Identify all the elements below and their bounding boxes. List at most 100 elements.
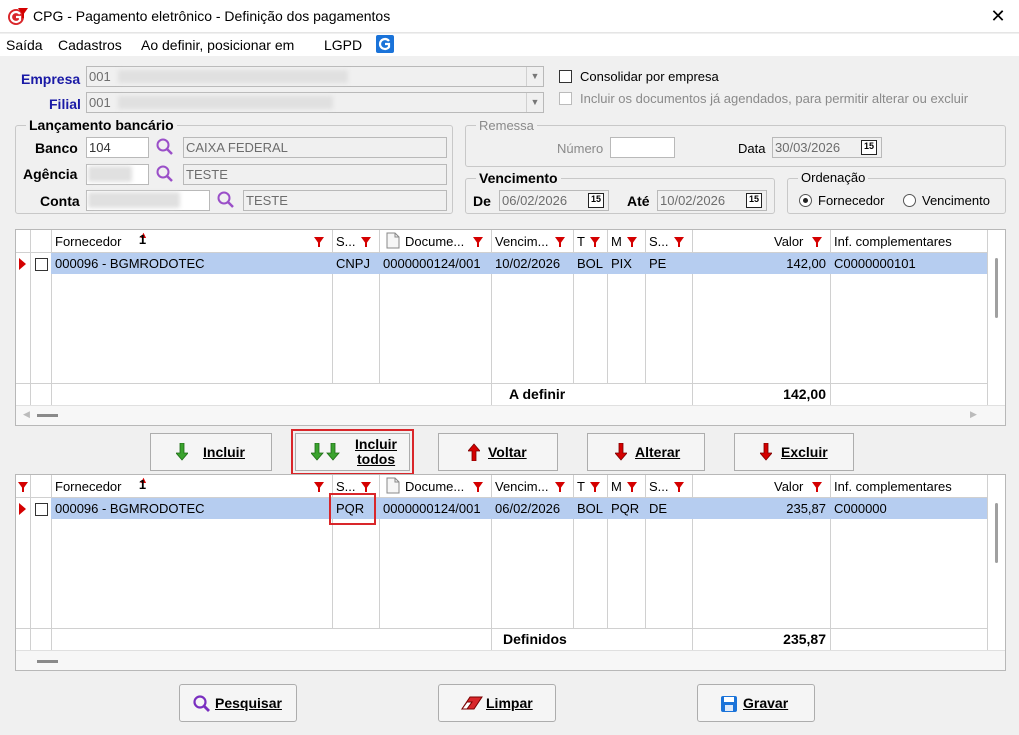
col-s2-filter-icon[interactable] — [674, 482, 684, 492]
cell-vencimento: 10/02/2026 — [495, 256, 561, 271]
de-calendar-icon[interactable]: 15 — [588, 193, 604, 208]
grid-bottom-vscroll[interactable] — [995, 503, 998, 563]
row-select-checkbox[interactable] — [35, 258, 48, 271]
hscroll-thumb[interactable] — [37, 414, 58, 417]
footer-definidos-total: 235,87 — [783, 631, 826, 647]
close-button[interactable]: ✕ — [985, 4, 1011, 28]
hscroll-thumb[interactable] — [37, 660, 58, 663]
cell-t: BOL — [577, 256, 604, 271]
incluir-agendados-checkbox[interactable] — [559, 92, 572, 105]
col-t-header[interactable]: T — [577, 479, 585, 494]
alterar-button[interactable]: Alterar — [587, 433, 705, 471]
banco-search-icon[interactable] — [155, 137, 175, 157]
save-icon — [721, 696, 737, 712]
voltar-button[interactable]: Voltar — [438, 433, 558, 471]
incluir-agendados-label: Incluir os documentos já agendados, para… — [580, 91, 969, 106]
document-icon — [386, 477, 400, 494]
agencia-name-field: TESTE — [183, 164, 447, 185]
ordenacao-fornecedor-radio[interactable] — [799, 194, 812, 207]
excluir-button[interactable]: Excluir — [734, 433, 854, 471]
col-m-header[interactable]: M — [611, 234, 622, 249]
col-s-header[interactable]: S... — [336, 234, 356, 249]
col-m-filter-icon[interactable] — [627, 482, 637, 492]
col-fornecedor-filter-icon[interactable] — [314, 482, 324, 492]
ate-calendar-icon[interactable]: 15 — [746, 193, 762, 208]
footer-a-definir-total: 142,00 — [783, 386, 826, 402]
col-documento-header[interactable]: Docume... — [405, 479, 464, 494]
numero-label: Número — [557, 141, 604, 156]
numero-input[interactable] — [610, 137, 675, 158]
col-s2-header[interactable]: S... — [649, 234, 669, 249]
col-valor-header[interactable]: Valor — [774, 479, 803, 494]
col-fornecedor-filter-icon[interactable] — [314, 237, 324, 247]
col-documento-header[interactable]: Docume... — [405, 234, 464, 249]
empresa-dropdown-icon[interactable]: ▼ — [526, 67, 543, 86]
col-documento-filter-icon[interactable] — [473, 482, 483, 492]
col-t-header[interactable]: T — [577, 234, 585, 249]
incluir-button[interactable]: Incluir — [150, 433, 272, 471]
col-vencimento-header[interactable]: Vencim... — [495, 479, 548, 494]
grid-top-filter-all-icon[interactable] — [18, 8, 28, 18]
menu-saida[interactable]: Saída — [6, 37, 43, 53]
col-documento-filter-icon[interactable] — [473, 237, 483, 247]
col-t-filter-icon[interactable] — [590, 237, 600, 247]
cell-inf: C0000000101 — [834, 256, 916, 271]
col-s-filter-icon[interactable] — [361, 482, 371, 492]
banco-code-input[interactable]: 104 — [86, 137, 149, 158]
col-vencimento-filter-icon[interactable] — [555, 237, 565, 247]
col-valor-header[interactable]: Valor — [774, 234, 803, 249]
current-row-pointer-icon — [19, 503, 26, 515]
grid-bottom-hscroll[interactable] — [16, 650, 1005, 670]
col-m-filter-icon[interactable] — [627, 237, 637, 247]
agencia-search-icon[interactable] — [155, 164, 175, 184]
col-inf-header[interactable]: Inf. complementares — [834, 234, 952, 249]
grid-top-vscroll[interactable] — [995, 258, 998, 318]
hscroll-right-icon[interactable]: ▶ — [970, 409, 977, 420]
col-m-header[interactable]: M — [611, 479, 622, 494]
menu-cadastros[interactable]: Cadastros — [58, 37, 122, 53]
cell-t: BOL — [577, 501, 604, 516]
consolidar-checkbox[interactable] — [559, 70, 572, 83]
search-icon — [193, 695, 210, 712]
col-s-filter-icon[interactable] — [361, 237, 371, 247]
filial-redacted — [118, 96, 333, 109]
cell-s2: PE — [649, 256, 667, 271]
empresa-redacted — [118, 70, 348, 83]
ordenacao-vencimento-radio[interactable] — [903, 194, 916, 207]
cell-valor: 142,00 — [786, 256, 826, 271]
limpar-button[interactable]: Limpar — [438, 684, 556, 722]
window-title: CPG - Pagamento eletrônico - Definição d… — [33, 8, 391, 24]
menu-lgpd[interactable]: LGPD — [324, 37, 362, 53]
grid-top-hscroll[interactable] — [16, 405, 1005, 425]
grid-bottom-footer — [16, 628, 987, 648]
de-label: De — [473, 193, 491, 209]
col-fornecedor-header[interactable]: Fornecedor — [55, 234, 121, 249]
arrow-down-red-icon — [760, 443, 772, 461]
cell-documento: 0000000124/001 — [383, 501, 481, 516]
col-t-filter-icon[interactable] — [590, 482, 600, 492]
row-select-checkbox[interactable] — [35, 503, 48, 516]
col-vencimento-header[interactable]: Vencim... — [495, 234, 548, 249]
col-valor-filter-icon[interactable] — [812, 482, 822, 492]
gravar-button[interactable]: Gravar — [697, 684, 815, 722]
help-logo-icon[interactable] — [376, 35, 394, 53]
menu-ao-definir[interactable]: Ao definir, posicionar em — [141, 37, 294, 53]
col-valor-filter-icon[interactable] — [812, 237, 822, 247]
cell-valor: 235,87 — [786, 501, 826, 516]
col-fornecedor-header[interactable]: Fornecedor — [55, 479, 121, 494]
col-s-header[interactable]: S... — [336, 479, 356, 494]
hscroll-left-icon[interactable]: ◀ — [23, 409, 30, 420]
grid-bottom-filter-all-icon[interactable] — [18, 482, 28, 492]
pesquisar-label: Pesquisar — [215, 695, 282, 711]
conta-search-icon[interactable] — [216, 190, 236, 210]
col-vencimento-filter-icon[interactable] — [555, 482, 565, 492]
vencimento-title: Vencimento — [476, 170, 561, 186]
data-calendar-icon[interactable]: 15 — [861, 140, 877, 155]
col-s2-header[interactable]: S... — [649, 479, 669, 494]
cell-vencimento: 06/02/2026 — [495, 501, 561, 516]
col-inf-header[interactable]: Inf. complementares — [834, 479, 952, 494]
col-s2-filter-icon[interactable] — [674, 237, 684, 247]
filial-dropdown-icon[interactable]: ▼ — [526, 93, 543, 112]
limpar-label: Limpar — [486, 695, 533, 711]
pesquisar-button[interactable]: Pesquisar — [179, 684, 297, 722]
